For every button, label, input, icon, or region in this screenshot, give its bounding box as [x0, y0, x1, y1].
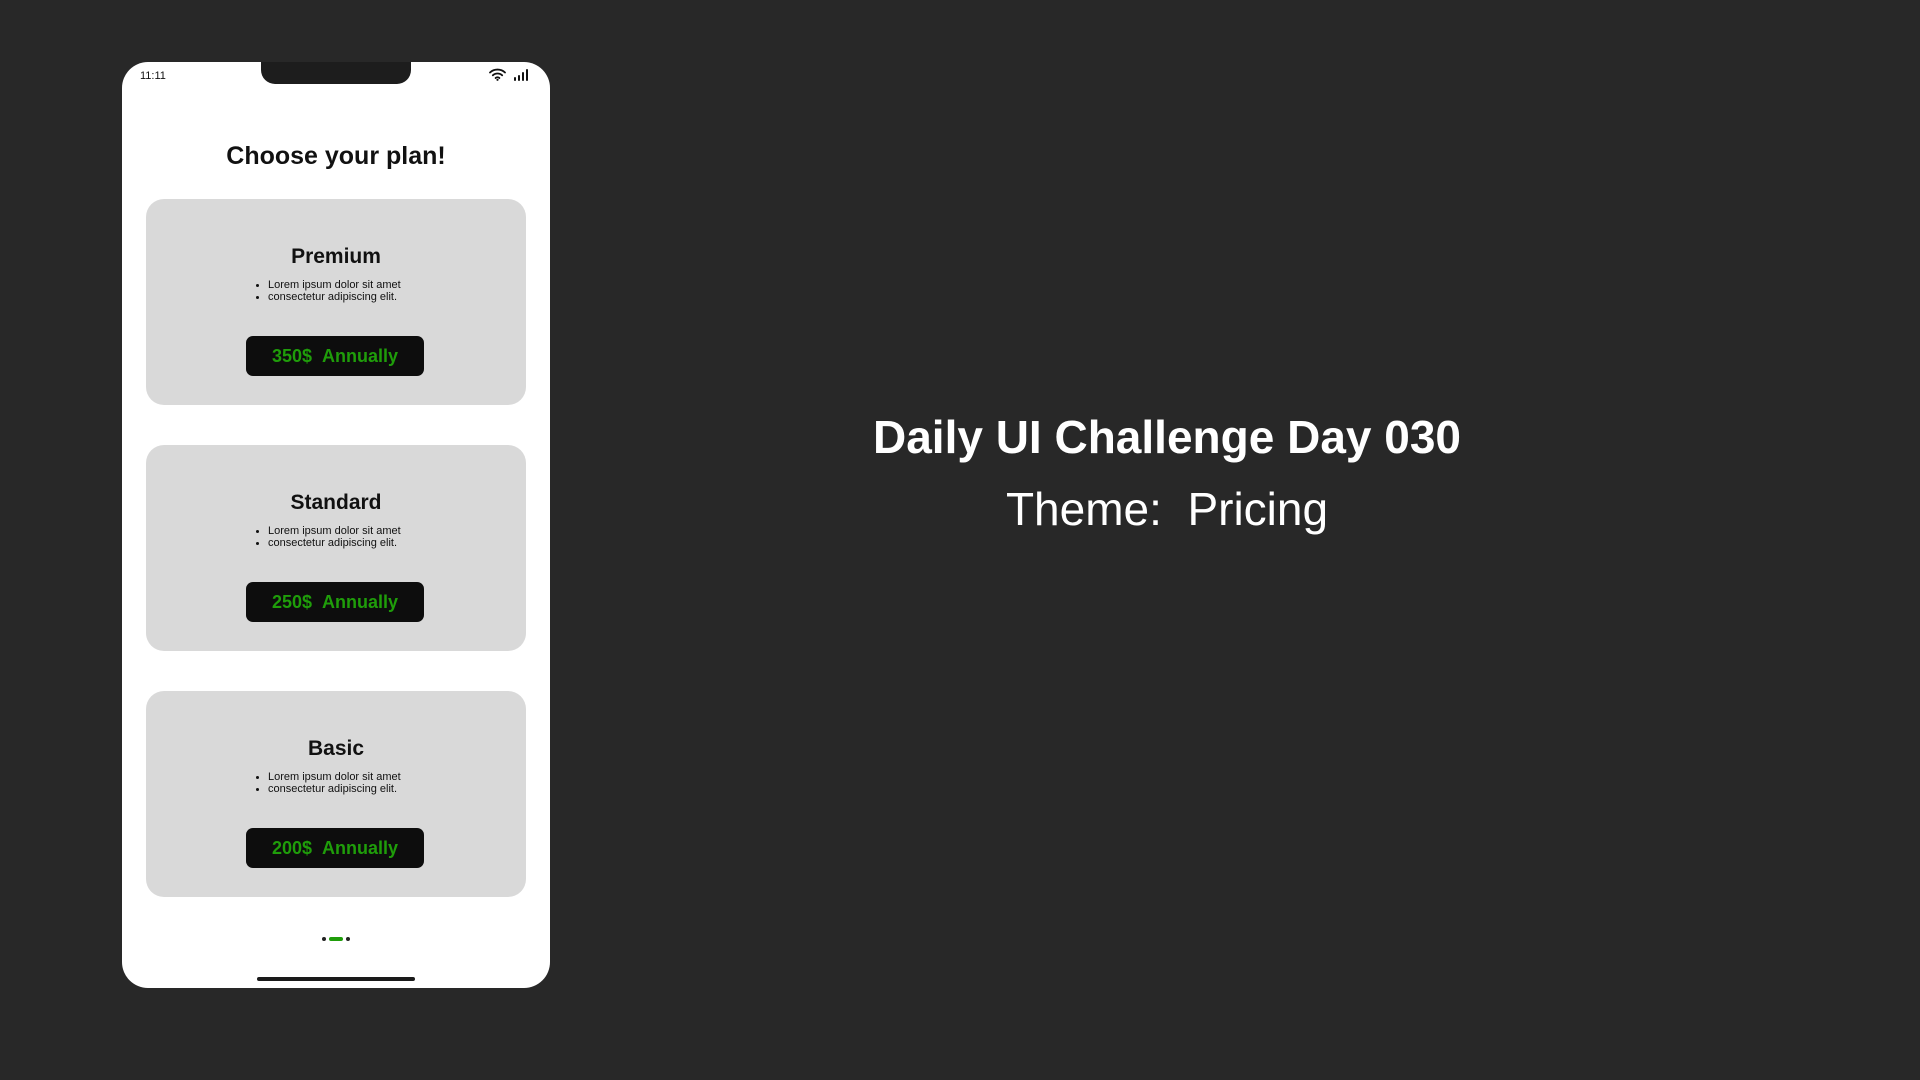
cellular-signal-icon — [514, 68, 528, 81]
plan-period: Annually — [322, 345, 399, 366]
wifi-icon — [489, 68, 506, 81]
select-basic-plan-button[interactable]: 200$ Annually — [246, 828, 424, 868]
plan-card-basic: Basic Lorem ipsum dolor sit amet consect… — [146, 691, 526, 897]
select-premium-plan-button[interactable]: 350$ Annually — [246, 336, 424, 376]
page-indicator[interactable] — [122, 937, 550, 941]
plan-feature: consectetur adipiscing elit. — [256, 783, 401, 795]
plan-feature: Lorem ipsum dolor sit amet — [256, 279, 401, 291]
phone-notch — [261, 62, 411, 84]
plan-period: Annually — [322, 591, 399, 612]
plan-price: 250$ — [271, 591, 313, 612]
plan-name: Basic — [307, 737, 365, 760]
challenge-theme: Theme: Pricing — [1005, 483, 1329, 535]
challenge-title: Daily UI Challenge Day 030 — [872, 411, 1462, 463]
page-dot[interactable] — [322, 937, 326, 941]
page-dot-active[interactable] — [329, 937, 343, 941]
plan-card-standard: Standard Lorem ipsum dolor sit amet cons… — [146, 445, 526, 651]
home-indicator — [257, 977, 415, 981]
plan-period: Annually — [322, 837, 399, 858]
screen-title: Choose your plan! — [226, 142, 446, 170]
plan-feature: Lorem ipsum dolor sit amet — [256, 771, 401, 783]
showcase-canvas: 11:11 Choose your plan! Premium Lorem ip… — [0, 0, 1920, 1080]
plan-feature-list: Lorem ipsum dolor sit amet consectetur a… — [256, 525, 401, 549]
select-standard-plan-button[interactable]: 250$ Annually — [246, 582, 424, 622]
plan-card-premium: Premium Lorem ipsum dolor sit amet conse… — [146, 199, 526, 405]
status-icons — [489, 68, 528, 81]
plan-feature-list: Lorem ipsum dolor sit amet consectetur a… — [256, 279, 401, 303]
plan-feature-list: Lorem ipsum dolor sit amet consectetur a… — [256, 771, 401, 795]
phone-frame: 11:11 Choose your plan! Premium Lorem ip… — [122, 62, 550, 988]
plan-feature: Lorem ipsum dolor sit amet — [256, 525, 401, 537]
plan-feature: consectetur adipiscing elit. — [256, 537, 401, 549]
plan-price: 200$ — [271, 837, 313, 858]
plan-feature: consectetur adipiscing elit. — [256, 291, 401, 303]
plan-name: Standard — [290, 491, 382, 514]
status-time: 11:11 — [140, 70, 166, 82]
plan-price: 350$ — [271, 345, 313, 366]
plan-name: Premium — [291, 245, 381, 268]
page-dot[interactable] — [346, 937, 350, 941]
